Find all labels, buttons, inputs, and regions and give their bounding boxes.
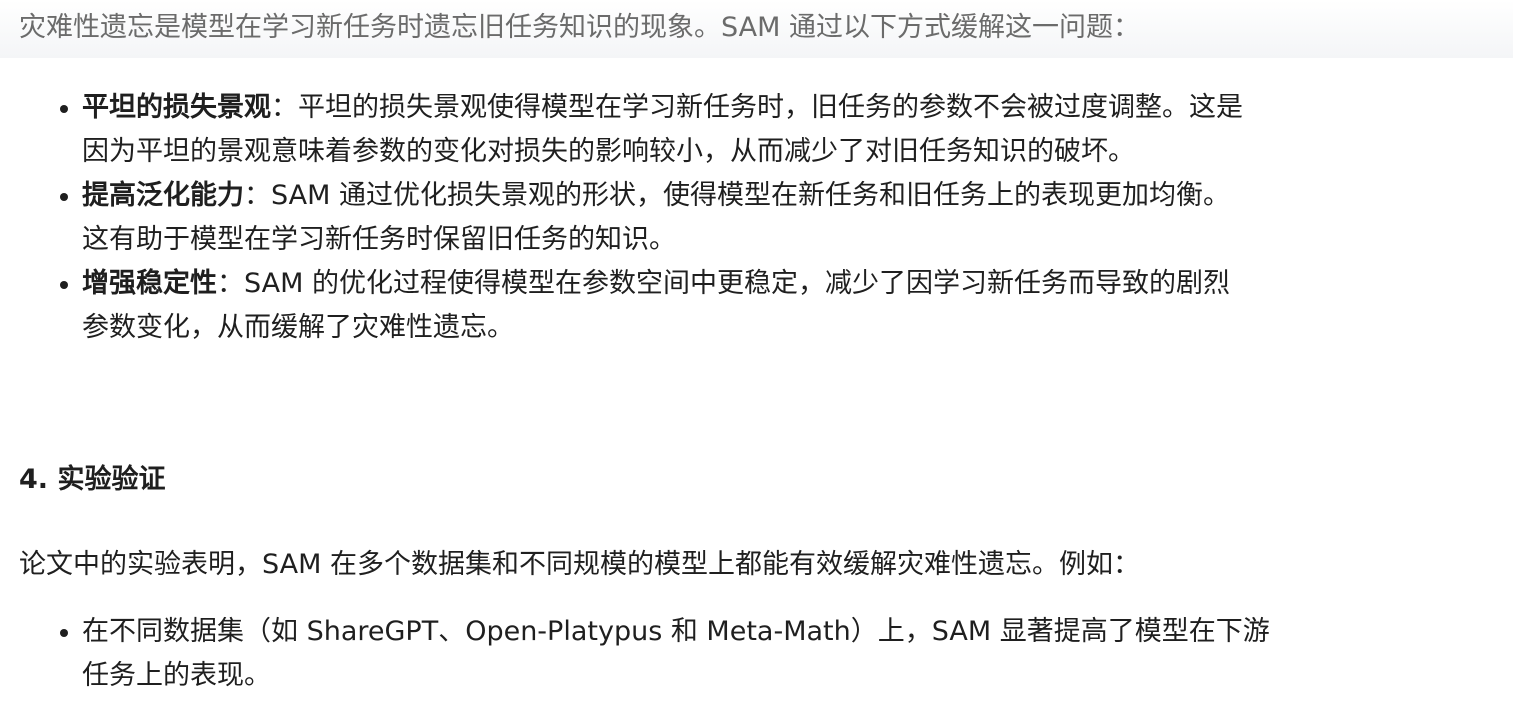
bullet-line-2: 这有助于模型在学习新任务时保留旧任务的知识。 xyxy=(82,224,676,255)
bullet-separator: ： xyxy=(271,92,298,123)
bullet-separator: ： xyxy=(217,268,244,299)
bullet-line-1: 平坦的损失景观：平坦的损失景观使得模型在学习新任务时，旧任务的参数不会被过度调整… xyxy=(82,86,1501,130)
intro-text: 灾难性遗忘是模型在学习新任务时遗忘旧任务知识的现象。SAM 通过以下方式缓解这一… xyxy=(19,12,1140,43)
section-heading: 4. 实验验证 xyxy=(19,464,166,495)
bullet-line-1: 在不同数据集（如 ShareGPT、Open-Platypus 和 Meta-M… xyxy=(82,616,1270,647)
bullet-line-1: 增强稳定性：SAM 的优化过程使得模型在参数空间中更稳定，减少了因学习新任务而导… xyxy=(82,262,1501,306)
bullet-dot xyxy=(60,629,68,637)
bullet-separator: ： xyxy=(244,180,271,211)
bullet-flat-loss-landscape: 平坦的损失景观：平坦的损失景观使得模型在学习新任务时，旧任务的参数不会被过度调整… xyxy=(0,86,1513,174)
bullet-line-2: 任务上的表现。 xyxy=(82,660,271,691)
bullet-text: 平坦的损失景观使得模型在学习新任务时，旧任务的参数不会被过度调整。这是 xyxy=(298,92,1243,123)
bullet-text: SAM 通过优化损失景观的形状，使得模型在新任务和旧任务上的表现更加均衡。 xyxy=(271,180,1230,211)
results-bullet-list: 在不同数据集（如 ShareGPT、Open-Platypus 和 Meta-M… xyxy=(0,610,1513,698)
bullet-text: SAM 的优化过程使得模型在参数空间中更稳定，减少了因学习新任务而导致的剧烈 xyxy=(244,268,1230,299)
bullet-datasets-result: 在不同数据集（如 ShareGPT、Open-Platypus 和 Meta-M… xyxy=(0,610,1513,698)
mitigation-bullet-list: 平坦的损失景观：平坦的损失景观使得模型在学习新任务时，旧任务的参数不会被过度调整… xyxy=(0,86,1513,350)
experiment-paragraph: 论文中的实验表明，SAM 在多个数据集和不同规模的模型上都能有效缓解灾难性遗忘。… xyxy=(19,549,1140,580)
bullet-line-2: 参数变化，从而缓解了灾难性遗忘。 xyxy=(82,312,514,343)
bullet-line-1: 提高泛化能力：SAM 通过优化损失景观的形状，使得模型在新任务和旧任务上的表现更… xyxy=(82,174,1501,218)
bullet-dot xyxy=(60,193,68,201)
bullet-stability: 增强稳定性：SAM 的优化过程使得模型在参数空间中更稳定，减少了因学习新任务而导… xyxy=(0,262,1513,350)
bullet-term: 增强稳定性 xyxy=(82,268,217,299)
bullet-term: 提高泛化能力 xyxy=(82,180,244,211)
bullet-dot xyxy=(60,281,68,289)
bullet-generalization: 提高泛化能力：SAM 通过优化损失景观的形状，使得模型在新任务和旧任务上的表现更… xyxy=(0,174,1513,262)
bullet-term: 平坦的损失景观 xyxy=(82,92,271,123)
bullet-line-2: 因为平坦的景观意味着参数的变化对损失的影响较小，从而减少了对旧任务知识的破坏。 xyxy=(82,136,1135,167)
bullet-dot xyxy=(60,105,68,113)
